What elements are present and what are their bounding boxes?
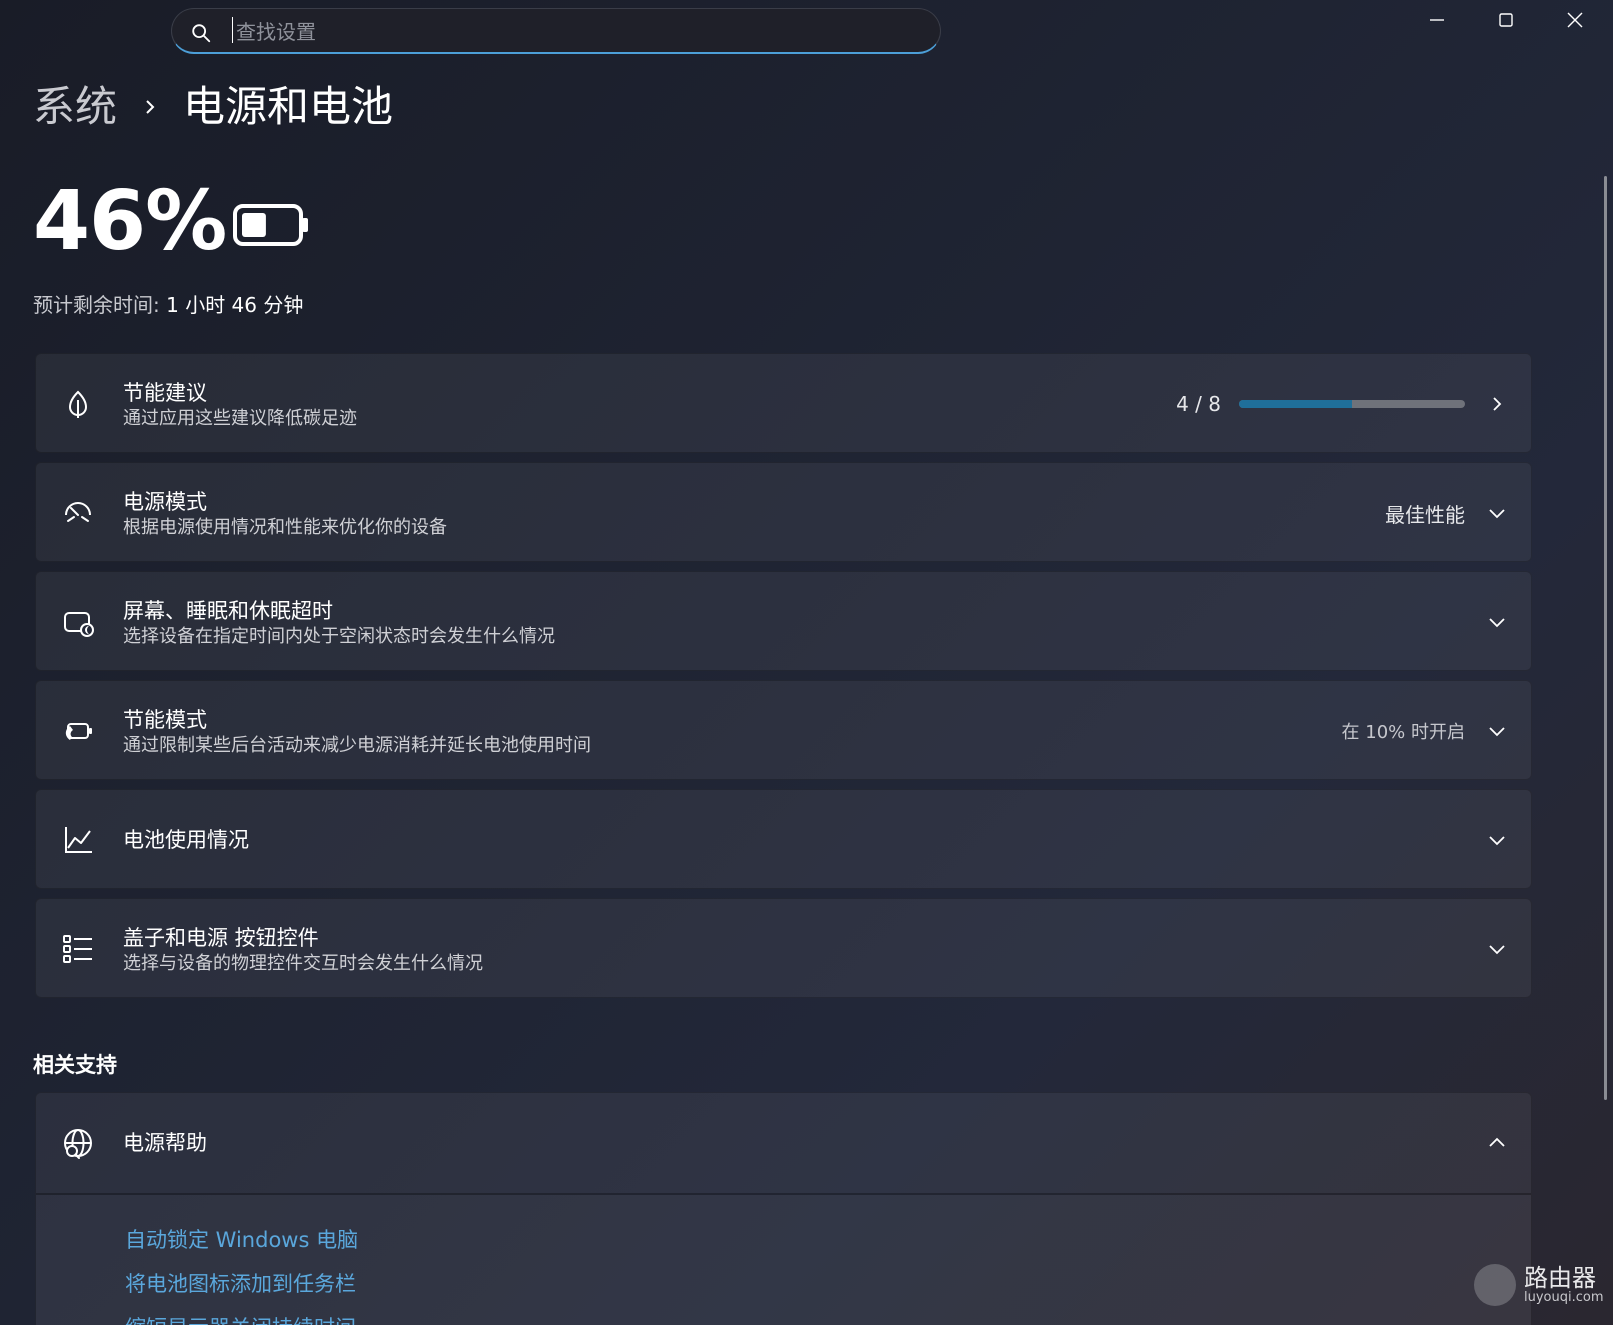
battery-icon: [233, 204, 308, 246]
list-icon: [63, 935, 92, 963]
breadcrumb-parent[interactable]: 系统: [33, 76, 117, 138]
watermark-logo-icon: [1474, 1264, 1516, 1306]
card-title: 电源模式: [123, 490, 207, 514]
chevron-down-icon: [1489, 618, 1505, 628]
settings-window: 系统 电源和电池 46% 预计剩余时间: 1 小时 46 分钟 节能建议 通过应…: [0, 0, 1613, 1325]
screen-sleep-card[interactable]: 屏幕、睡眠和休眠超时 选择设备在指定时间内处于空闲状态时会发生什么情况: [35, 571, 1532, 671]
battery-usage-card[interactable]: 电池使用情况: [35, 789, 1532, 889]
expand-button[interactable]: [1483, 935, 1511, 963]
power-mode-value[interactable]: 最佳性能: [1385, 499, 1465, 528]
card-title: 盖子和电源 按钮控件: [123, 926, 319, 950]
minimize-icon: [1430, 19, 1444, 21]
page-title: 电源和电池: [183, 82, 394, 131]
text-caret: [232, 17, 233, 43]
watermark-site: luyouqi.com: [1524, 1290, 1604, 1305]
globe-help-icon: [64, 1129, 92, 1159]
open-recommendations-button[interactable]: [1483, 390, 1511, 418]
card-subtitle: 通过应用这些建议降低碳足迹: [123, 408, 357, 429]
scrollbar-thumb[interactable]: [1604, 176, 1607, 1100]
expand-button[interactable]: [1483, 826, 1511, 854]
card-subtitle: 通过限制某些后台活动来减少电源消耗并延长电池使用时间: [123, 735, 591, 756]
chevron-down-icon: [1489, 509, 1505, 519]
gauge-icon: [65, 502, 91, 522]
card-subtitle: 选择设备在指定时间内处于空闲状态时会发生什么情况: [123, 626, 555, 647]
card-subtitle: 根据电源使用情况和性能来优化你的设备: [123, 517, 447, 538]
chevron-right-icon: [1493, 397, 1502, 411]
scrollbar[interactable]: [1599, 0, 1613, 1325]
power-help-header[interactable]: 电源帮助: [36, 1093, 1531, 1195]
remaining-time-label: 预计剩余时间:: [33, 293, 160, 317]
related-support-title: 相关支持: [33, 1053, 117, 1077]
expand-button[interactable]: [1483, 608, 1511, 636]
card-title: 节能建议: [123, 381, 207, 405]
watermark-name: 路由器: [1524, 1264, 1596, 1292]
chevron-down-icon: [1489, 945, 1505, 955]
card-title: 屏幕、睡眠和休眠超时: [123, 599, 333, 623]
breadcrumb: 系统 电源和电池: [33, 76, 393, 138]
search-box[interactable]: [171, 8, 941, 54]
power-help-card: 电源帮助 自动锁定 Windows 电脑 将电池图标添加到任务栏 缩短显示器关闭…: [35, 1092, 1532, 1325]
recommendations-progress-fill: [1239, 400, 1352, 408]
search-input[interactable]: [234, 17, 918, 47]
help-link-display-timeout[interactable]: 缩短显示器关闭持续时间: [125, 1313, 356, 1325]
chevron-down-icon: [1489, 727, 1505, 737]
power-help-links: 自动锁定 Windows 电脑 将电池图标添加到任务栏 缩短显示器关闭持续时间: [36, 1195, 1531, 1325]
battery-saver-status: 在 10% 时开启: [1341, 722, 1465, 743]
recommendations-count: 4 / 8: [1176, 392, 1221, 416]
card-title: 电池使用情况: [123, 828, 249, 852]
battery-saver-icon: [65, 723, 92, 740]
power-mode-card[interactable]: 电源模式 根据电源使用情况和性能来优化你的设备 最佳性能: [35, 462, 1532, 562]
chart-icon: [65, 827, 92, 853]
close-icon: [1567, 12, 1583, 28]
recommendations-progress: [1239, 400, 1465, 408]
lid-power-buttons-card[interactable]: 盖子和电源 按钮控件 选择与设备的物理控件交互时会发生什么情况: [35, 898, 1532, 998]
search-icon: [192, 24, 211, 43]
maximize-icon: [1499, 13, 1513, 27]
battery-saver-card[interactable]: 节能模式 通过限制某些后台活动来减少电源消耗并延长电池使用时间 在 10% 时开…: [35, 680, 1532, 780]
collapse-button[interactable]: [1483, 1129, 1511, 1157]
watermark: 路由器 luyouqi.com: [1474, 1264, 1604, 1306]
leaf-icon: [68, 390, 88, 418]
energy-recommendations-card[interactable]: 节能建议 通过应用这些建议降低碳足迹 4 / 8: [35, 353, 1532, 453]
card-subtitle: 选择与设备的物理控件交互时会发生什么情况: [123, 953, 483, 974]
power-mode-dropdown[interactable]: [1483, 499, 1511, 527]
power-help-title: 电源帮助: [123, 1131, 207, 1155]
chevron-right-icon: [146, 100, 155, 114]
minimize-button[interactable]: [1403, 0, 1471, 40]
expand-button[interactable]: [1483, 717, 1511, 745]
battery-percent: 46%: [33, 174, 227, 269]
maximize-button[interactable]: [1472, 0, 1540, 40]
help-link-auto-lock[interactable]: 自动锁定 Windows 电脑: [125, 1225, 358, 1255]
remaining-time-value: 1 小时 46 分钟: [166, 293, 304, 317]
chevron-down-icon: [1489, 836, 1505, 846]
remaining-time: 预计剩余时间: 1 小时 46 分钟: [33, 290, 303, 320]
screen-sleep-icon: [64, 612, 94, 637]
help-link-battery-icon[interactable]: 将电池图标添加到任务栏: [125, 1269, 356, 1299]
card-title: 节能模式: [123, 708, 207, 732]
chevron-up-icon: [1489, 1137, 1505, 1147]
